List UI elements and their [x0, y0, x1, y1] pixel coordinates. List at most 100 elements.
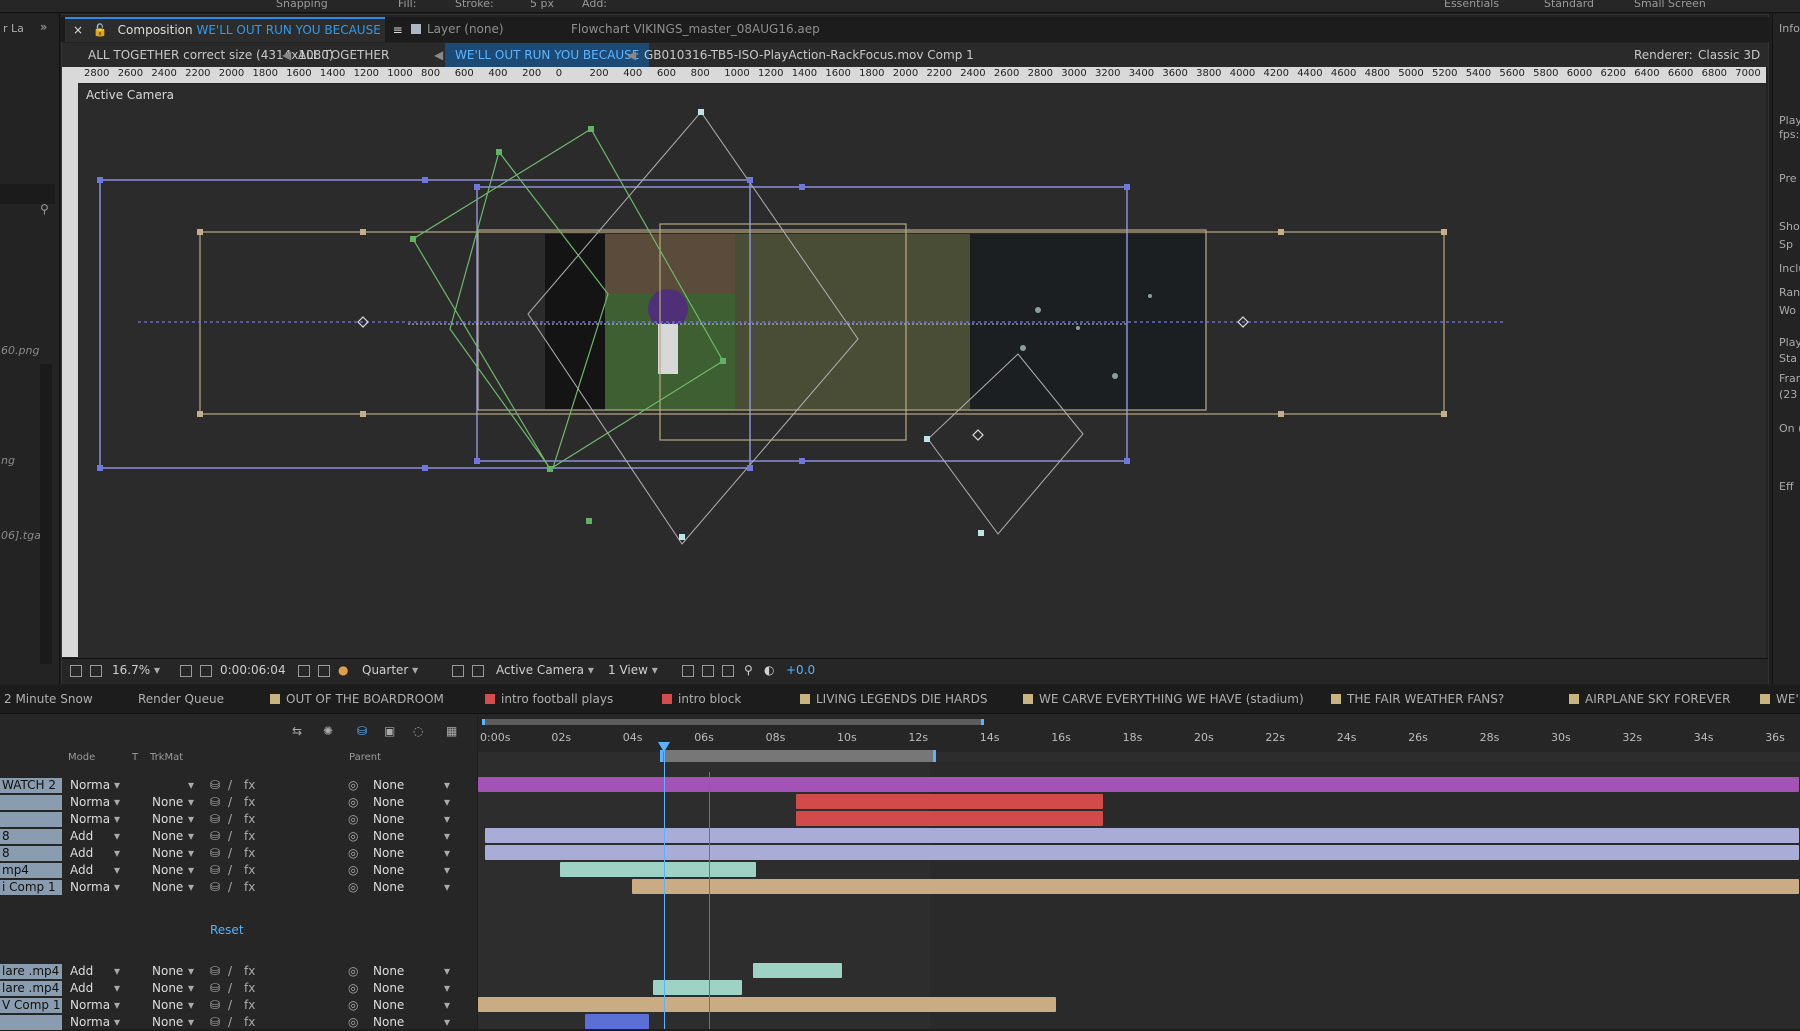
- snapshot-icon[interactable]: [298, 665, 310, 677]
- quality-icon[interactable]: /: [228, 1015, 232, 1029]
- fill-label[interactable]: Fill:: [398, 0, 416, 10]
- layer-duration-bar[interactable]: [752, 963, 843, 978]
- layer-name[interactable]: [0, 1015, 62, 1030]
- label-color-swatch[interactable]: [1569, 694, 1579, 704]
- scrollbar[interactable]: [40, 364, 52, 664]
- timeline-icon[interactable]: [722, 665, 734, 677]
- monitor-icon[interactable]: [90, 665, 102, 677]
- project-panel-tab[interactable]: r La: [3, 22, 24, 35]
- flowchart-icon[interactable]: ⚲: [744, 663, 753, 677]
- parent-dropdown[interactable]: None: [373, 880, 404, 894]
- workspace-essentials[interactable]: Essentials: [1444, 0, 1499, 10]
- parent-dropdown[interactable]: None: [373, 846, 404, 860]
- timeline-graph[interactable]: 0:00s 02s 04s 06s 08s 10s 12s 14s 16s 18s 20s 22s 24…: [478, 714, 1800, 1029]
- chevron-down-icon[interactable]: ▾: [444, 1015, 450, 1029]
- blend-mode-dropdown[interactable]: Add: [70, 964, 93, 978]
- draft-3d-icon[interactable]: ✺: [323, 724, 333, 738]
- parent-pickwhip-icon[interactable]: ◎: [348, 863, 358, 877]
- tab-composition[interactable]: × 🔓 Composition WE'LL OUT RUN YOU BECAUS…: [65, 17, 403, 42]
- layer-duration-bar[interactable]: [585, 1014, 650, 1029]
- comp-flowchart-icon[interactable]: ⇆: [292, 724, 302, 738]
- graph-editor-icon[interactable]: ▦: [446, 724, 457, 738]
- chevron-down-icon[interactable]: ▾: [114, 863, 120, 877]
- timeline-tab[interactable]: intro block: [662, 686, 741, 713]
- composition-viewer[interactable]: [78, 84, 1766, 658]
- chevron-down-icon[interactable]: ▾: [188, 795, 194, 809]
- hide-shy-icon[interactable]: ⛁: [357, 724, 367, 738]
- chevron-down-icon[interactable]: ▾: [188, 1015, 194, 1029]
- chevron-down-icon[interactable]: ▾: [188, 846, 194, 860]
- label-color-swatch[interactable]: [270, 694, 280, 704]
- parent-dropdown[interactable]: None: [373, 778, 404, 792]
- chevron-down-icon[interactable]: ▾: [114, 795, 120, 809]
- blend-mode-dropdown[interactable]: Add: [70, 981, 93, 995]
- layer-row[interactable]: WATCH 2 Norma ▾ ▾ ⛁ / fx ◎ None ▾: [0, 777, 477, 794]
- layer-name[interactable]: WATCH 2: [0, 778, 62, 793]
- layer-name[interactable]: 8: [0, 829, 62, 844]
- trkmat-dropdown[interactable]: None: [152, 964, 183, 978]
- trkmat-dropdown[interactable]: None: [152, 998, 183, 1012]
- chevron-down-icon[interactable]: ▾: [114, 812, 120, 826]
- chevron-down-icon[interactable]: ▾: [188, 812, 194, 826]
- stroke-label[interactable]: Stroke:: [455, 0, 494, 10]
- flowchart-icon[interactable]: ⚲: [40, 202, 49, 216]
- breadcrumb-item[interactable]: ALL TOGETHER correct size (4314x1080): [88, 43, 334, 67]
- close-icon[interactable]: ×: [73, 23, 83, 37]
- expand-panels-icon[interactable]: »: [40, 20, 47, 34]
- blend-mode-dropdown[interactable]: Norma: [70, 1015, 110, 1029]
- layer-duration-bar[interactable]: [795, 811, 1103, 826]
- label-color-swatch[interactable]: [662, 694, 672, 704]
- layer-duration-bar[interactable]: [560, 862, 757, 877]
- view-layout-dropdown[interactable]: 1 View: [608, 663, 658, 677]
- shy-icon[interactable]: ⛁: [210, 812, 220, 826]
- shy-icon[interactable]: ⛁: [210, 880, 220, 894]
- quality-icon[interactable]: /: [228, 846, 232, 860]
- effects-icon[interactable]: fx: [244, 846, 255, 860]
- fast-previews-icon[interactable]: [702, 665, 714, 677]
- motion-blur-icon[interactable]: ◌: [413, 724, 423, 738]
- chevron-down-icon[interactable]: ▾: [188, 863, 194, 877]
- blend-mode-dropdown[interactable]: Norma: [70, 778, 110, 792]
- quality-icon[interactable]: /: [228, 795, 232, 809]
- parent-pickwhip-icon[interactable]: ◎: [348, 1015, 358, 1029]
- workspace-small-screen[interactable]: Small Screen: [1634, 0, 1706, 10]
- parent-pickwhip-icon[interactable]: ◎: [348, 778, 358, 792]
- quality-icon[interactable]: /: [228, 964, 232, 978]
- chevron-down-icon[interactable]: ▾: [444, 981, 450, 995]
- work-area-bar[interactable]: [660, 750, 936, 762]
- parent-pickwhip-icon[interactable]: ◎: [348, 846, 358, 860]
- frame-blending-icon[interactable]: ▣: [384, 724, 395, 738]
- project-item[interactable]: 06].tga: [1, 529, 41, 542]
- quality-icon[interactable]: /: [228, 880, 232, 894]
- shy-icon[interactable]: ⛁: [210, 846, 220, 860]
- timeline-tab[interactable]: OUT OF THE BOARDROOM: [270, 686, 444, 713]
- parent-pickwhip-icon[interactable]: ◎: [348, 998, 358, 1012]
- layer-row[interactable]: i Comp 1 Norma ▾ None ▾ ⛁ / fx ◎ None ▾: [0, 879, 477, 896]
- renderer-value[interactable]: Classic 3D: [1698, 43, 1760, 67]
- parent-pickwhip-icon[interactable]: ◎: [348, 964, 358, 978]
- trkmat-dropdown[interactable]: None: [152, 880, 183, 894]
- layer-duration-bar[interactable]: [478, 997, 1057, 1012]
- toggle-pixel-aspect-icon[interactable]: [682, 665, 694, 677]
- stroke-width[interactable]: 5 px: [530, 0, 554, 10]
- parent-pickwhip-icon[interactable]: ◎: [348, 829, 358, 843]
- label-color-swatch[interactable]: [1023, 694, 1033, 704]
- quality-icon[interactable]: /: [228, 998, 232, 1012]
- chevron-down-icon[interactable]: ▾: [444, 812, 450, 826]
- chevron-down-icon[interactable]: ▾: [444, 846, 450, 860]
- transparency-grid-icon[interactable]: [472, 665, 484, 677]
- chevron-down-icon[interactable]: ▾: [188, 778, 194, 792]
- label-color-swatch[interactable]: [485, 694, 495, 704]
- project-item[interactable]: ng: [1, 454, 15, 467]
- parent-dropdown[interactable]: None: [373, 795, 404, 809]
- parent-dropdown[interactable]: None: [373, 829, 404, 843]
- parent-pickwhip-icon[interactable]: ◎: [348, 795, 358, 809]
- layer-name[interactable]: i Comp 1: [0, 880, 62, 895]
- shy-icon[interactable]: ⛁: [210, 998, 220, 1012]
- timeline-tab[interactable]: 2 Minute Snow: [4, 686, 93, 713]
- chevron-down-icon[interactable]: ▾: [444, 998, 450, 1012]
- shy-icon[interactable]: ⛁: [210, 964, 220, 978]
- chevron-down-icon[interactable]: ▾: [114, 998, 120, 1012]
- chevron-down-icon[interactable]: ▾: [444, 778, 450, 792]
- layer-name[interactable]: 8: [0, 846, 62, 861]
